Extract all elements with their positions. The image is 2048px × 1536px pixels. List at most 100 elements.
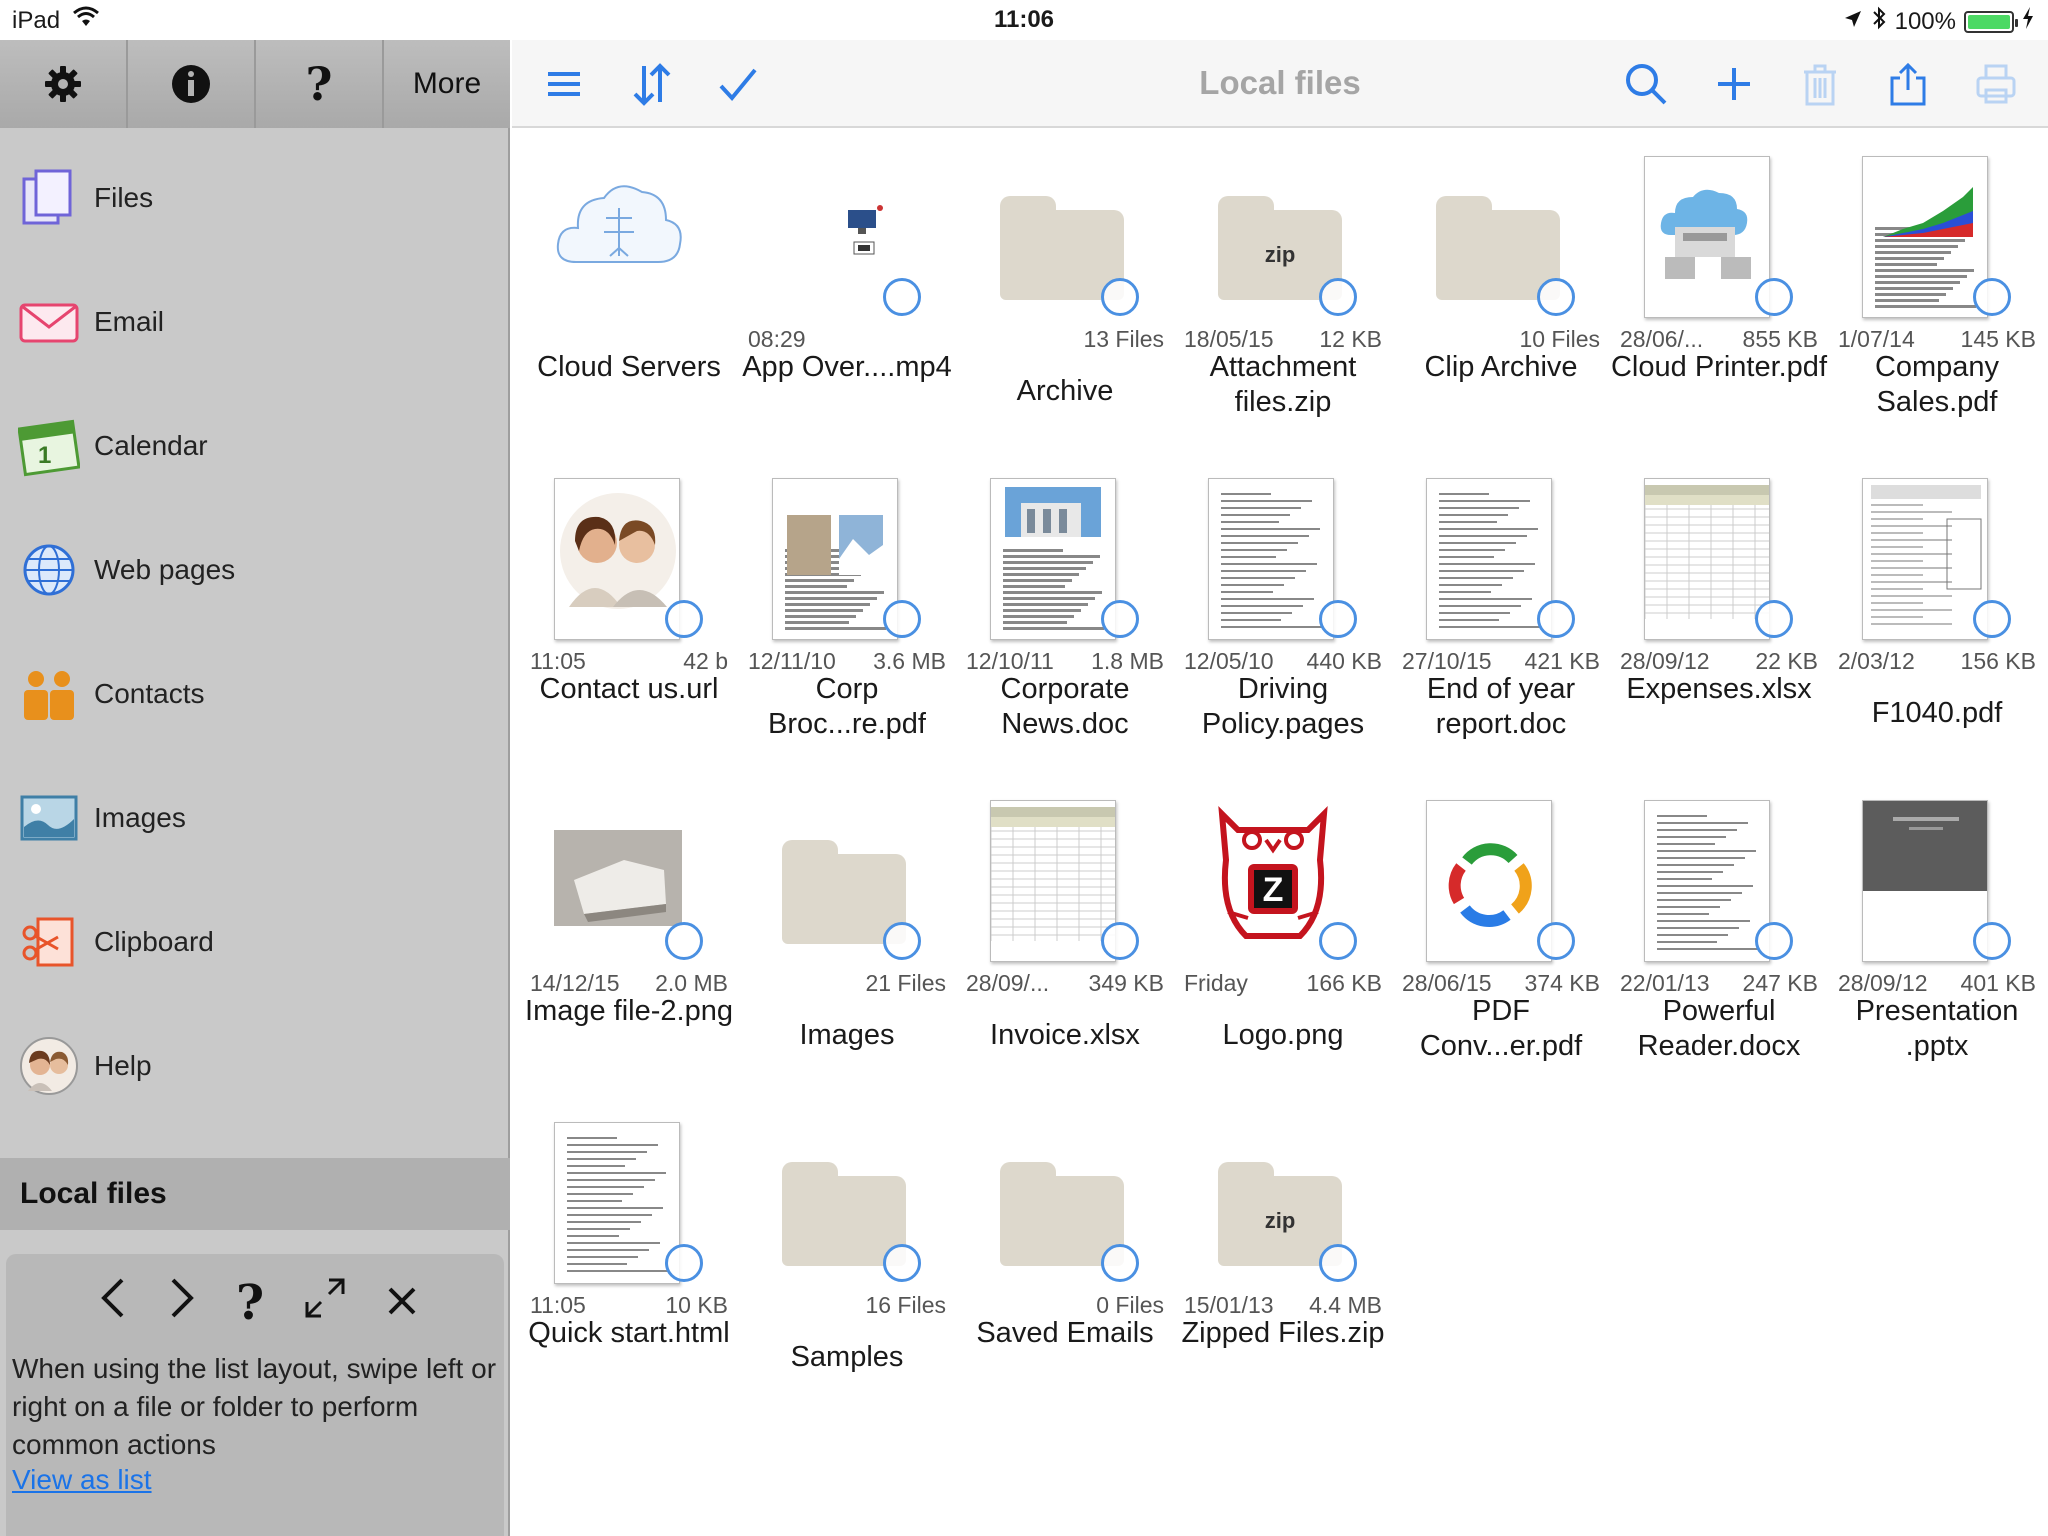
file-tile[interactable]: 12/05/10 440 KB Driving Policy.pages: [1174, 452, 1392, 772]
select-circle[interactable]: [883, 1244, 921, 1282]
select-circle[interactable]: [1537, 600, 1575, 638]
file-tile[interactable]: 1/07/14 145 KB Company Sales.pdf: [1828, 130, 2046, 450]
sidebar-item-help[interactable]: Help: [0, 1004, 510, 1128]
file-tile[interactable]: 12/10/11 1.8 MB Corporate News.doc: [956, 452, 1174, 772]
more-button[interactable]: More: [384, 40, 510, 128]
select-circle[interactable]: [1973, 600, 2011, 638]
file-tile[interactable]: 21 Files Images: [738, 774, 956, 1094]
share-button[interactable]: [1886, 62, 1930, 106]
sort-button[interactable]: [630, 62, 674, 106]
select-circle[interactable]: [1755, 278, 1793, 316]
select-circle[interactable]: [1101, 922, 1139, 960]
sidebar-item-images[interactable]: Images: [0, 756, 510, 880]
file-tile[interactable]: 08:29 App Over....mp4: [738, 130, 956, 450]
file-tile[interactable]: Z Friday 166 KB Logo.png: [1174, 774, 1392, 1094]
file-meta: 12/10/11 1.8 MB: [966, 648, 1164, 675]
select-circle[interactable]: [883, 922, 921, 960]
file-tile[interactable]: 16 Files Samples: [738, 1096, 956, 1416]
delete-button[interactable]: [1798, 62, 1842, 106]
select-circle[interactable]: [883, 278, 921, 316]
file-grid: Cloud Servers 08:29 App Over....mp4 13 File…: [512, 130, 2048, 1536]
file-tile[interactable]: 28/09/12 401 KB Presentation .pptx: [1828, 774, 2046, 1094]
file-meta: 12/11/10 3.6 MB: [748, 648, 946, 675]
charging-icon: [2022, 7, 2034, 36]
select-circle[interactable]: [1537, 278, 1575, 316]
sidebar-item-calendar[interactable]: 1 Calendar: [0, 384, 510, 508]
select-circle[interactable]: [1101, 600, 1139, 638]
select-circle[interactable]: [665, 600, 703, 638]
select-circle[interactable]: [883, 600, 921, 638]
select-button[interactable]: [716, 62, 760, 106]
sidebar-item-email[interactable]: Email: [0, 260, 510, 384]
file-meta: 16 Files: [748, 1292, 946, 1319]
select-circle[interactable]: [1973, 922, 2011, 960]
select-circle[interactable]: [665, 922, 703, 960]
file-tile[interactable]: 2/03/12 156 KB F1040.pdf: [1828, 452, 2046, 772]
sidebar-item-web-pages[interactable]: Web pages: [0, 508, 510, 632]
select-circle[interactable]: [1755, 922, 1793, 960]
sidebar-item-contacts[interactable]: Contacts: [0, 632, 510, 756]
info-icon: [172, 65, 210, 103]
file-tile[interactable]: 28/09/... 349 KB Invoice.xlsx: [956, 774, 1174, 1094]
file-size: 22 KB: [1755, 648, 1818, 674]
printer-icon: [1976, 64, 2016, 104]
sidebar-toolbar: ? More: [0, 40, 510, 128]
select-circle[interactable]: [1319, 278, 1357, 316]
file-tile[interactable]: zip 18/05/15 12 KB Attachment files.zip: [1174, 130, 1392, 450]
view-as-list-link[interactable]: View as list: [12, 1464, 152, 1496]
file-size: 10 Files: [1519, 326, 1600, 352]
hamburger-icon: [548, 72, 580, 96]
file-tile[interactable]: 28/06/15 374 KB PDF Conv...er.pdf: [1392, 774, 1610, 1094]
file-tile[interactable]: Cloud Servers: [520, 130, 738, 450]
select-circle[interactable]: [1101, 278, 1139, 316]
file-date: 28/09/...: [966, 970, 1050, 996]
file-tile[interactable]: 11:05 42 b Contact us.url: [520, 452, 738, 772]
select-circle[interactable]: [1537, 922, 1575, 960]
print-button[interactable]: [1974, 62, 2018, 106]
file-tile[interactable]: 28/06/... 855 KB Cloud Printer.pdf: [1610, 130, 1828, 450]
expand-icon[interactable]: [303, 1276, 347, 1331]
search-button[interactable]: [1624, 62, 1668, 106]
contacts-icon: [18, 663, 80, 725]
select-circle[interactable]: [1319, 922, 1357, 960]
sidebar-item-label: Clipboard: [94, 926, 214, 957]
select-circle[interactable]: [1319, 1244, 1357, 1282]
file-name: Contact us.url: [539, 673, 719, 705]
tip-controls: ?: [98, 1268, 418, 1338]
sidebar-item-label: Calendar: [94, 430, 208, 461]
info-button[interactable]: [128, 40, 256, 128]
file-tile[interactable]: 22/01/13 247 KB Powerful Reader.docx: [1610, 774, 1828, 1094]
file-size: 12 KB: [1319, 326, 1382, 352]
checkmark-icon: [719, 68, 757, 102]
select-circle[interactable]: [665, 1244, 703, 1282]
add-button[interactable]: [1712, 62, 1756, 106]
file-tile[interactable]: 27/10/15 421 KB End of year report.doc: [1392, 452, 1610, 772]
file-size: 374 KB: [1524, 970, 1600, 996]
file-tile[interactable]: zip 15/01/13 4.4 MB Zipped Files.zip: [1174, 1096, 1392, 1416]
menu-button[interactable]: [542, 62, 586, 106]
select-circle[interactable]: [1101, 1244, 1139, 1282]
file-tile[interactable]: 13 Files Archive: [956, 130, 1174, 450]
file-tile[interactable]: 12/11/10 3.6 MB Corp Broc...re.pdf: [738, 452, 956, 772]
file-tile[interactable]: 10 Files Clip Archive: [1392, 130, 1610, 450]
chevron-left-icon[interactable]: [98, 1276, 128, 1331]
close-icon[interactable]: [386, 1278, 418, 1328]
file-size: 349 KB: [1088, 970, 1164, 996]
file-tile[interactable]: 11:05 10 KB Quick start.html: [520, 1096, 738, 1416]
chevron-right-icon[interactable]: [167, 1276, 197, 1331]
sidebar-item-label: Email: [94, 306, 165, 337]
file-meta: 0 Files: [966, 1292, 1164, 1319]
question-icon[interactable]: ?: [236, 1275, 264, 1331]
select-circle[interactable]: [1973, 278, 2011, 316]
help-button[interactable]: ?: [256, 40, 384, 128]
sidebar-item-clipboard[interactable]: Clipboard: [0, 880, 510, 1004]
file-name: Quick start.html: [528, 1317, 730, 1349]
select-circle[interactable]: [1319, 600, 1357, 638]
file-tile[interactable]: 28/09/12 22 KB Expenses.xlsx: [1610, 452, 1828, 772]
select-circle[interactable]: [1755, 600, 1793, 638]
settings-button[interactable]: [0, 40, 128, 128]
file-tile[interactable]: 14/12/15 2.0 MB Image file-2.png: [520, 774, 738, 1094]
file-tile[interactable]: 0 Files Saved Emails: [956, 1096, 1174, 1416]
file-meta: 13 Files: [966, 326, 1164, 353]
sidebar-item-files[interactable]: Files: [0, 136, 510, 260]
